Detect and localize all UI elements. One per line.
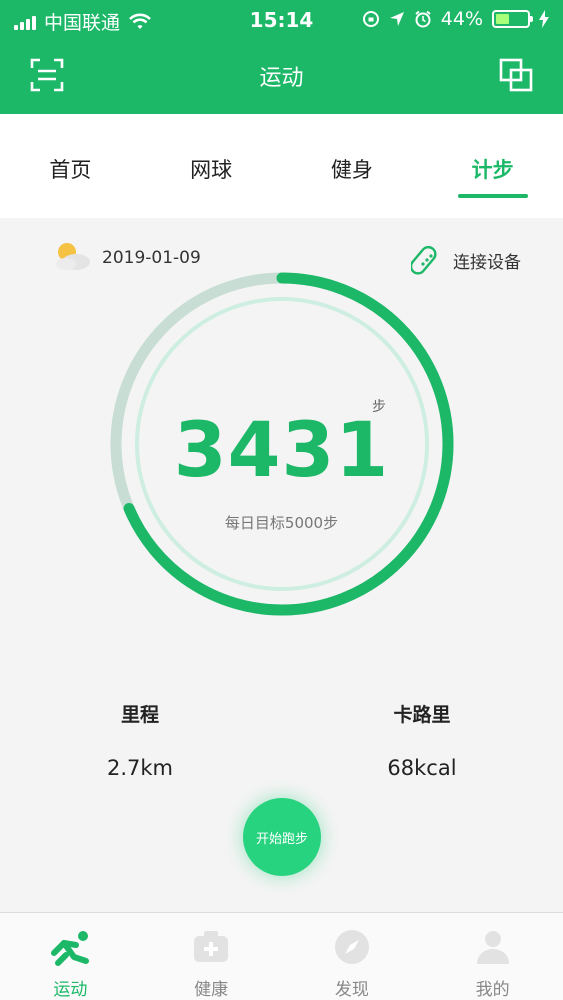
tab-pedometer[interactable]: 计步 — [422, 114, 563, 218]
calories-label: 卡路里 — [393, 704, 451, 726]
nav-item-health[interactable]: 健康 — [141, 913, 282, 1000]
nav-item-discover[interactable]: 发现 — [282, 913, 423, 1000]
nav-label-profile: 我的 — [475, 980, 510, 1000]
status-right: 44% — [362, 8, 549, 30]
location-icon — [389, 12, 404, 26]
nav-label-health: 健康 — [194, 980, 229, 1000]
running-icon — [50, 927, 90, 967]
distance-label: 里程 — [120, 704, 159, 726]
app-header: 运动 — [0, 38, 563, 114]
tab-fitness[interactable]: 健身 — [282, 114, 423, 218]
rotation-lock-icon — [362, 11, 379, 27]
battery-icon — [492, 10, 533, 28]
step-unit: 步 — [372, 399, 386, 415]
multi-window-icon[interactable] — [499, 58, 533, 92]
nav-item-profile[interactable]: 我的 — [422, 913, 563, 1000]
category-tabs: 首页 网球 健身 计步 — [0, 114, 563, 218]
battery-percent: 44% — [440, 8, 483, 30]
bottom-nav: 运动 健康 发现 我的 — [0, 912, 563, 1000]
top-bar: 中国联通 15:14 44% 运动 — [0, 0, 563, 114]
compass-icon — [332, 927, 372, 967]
step-count: 3431 — [173, 405, 390, 494]
connect-device-label: 连接设备 — [453, 252, 521, 273]
partly-cloudy-icon — [56, 243, 90, 270]
tab-home[interactable]: 首页 — [0, 114, 141, 218]
start-running-button[interactable]: 开始跑步 — [243, 798, 321, 876]
calories-value: 68kcal — [387, 756, 457, 780]
nav-label-sports: 运动 — [53, 980, 88, 1000]
alarm-icon — [415, 10, 431, 28]
tab-tennis[interactable]: 网球 — [141, 114, 282, 218]
start-running-label: 开始跑步 — [255, 831, 308, 847]
charging-icon — [539, 10, 549, 28]
medical-kit-icon — [191, 927, 231, 967]
distance-value: 2.7km — [106, 756, 173, 780]
nav-item-sports[interactable]: 运动 — [0, 913, 141, 1000]
page-title: 运动 — [259, 66, 304, 91]
status-bar: 中国联通 15:14 44% — [0, 0, 563, 38]
nav-label-discover: 发现 — [334, 980, 369, 1000]
daily-goal: 每日目标5000步 — [224, 514, 339, 532]
profile-icon — [473, 927, 513, 967]
